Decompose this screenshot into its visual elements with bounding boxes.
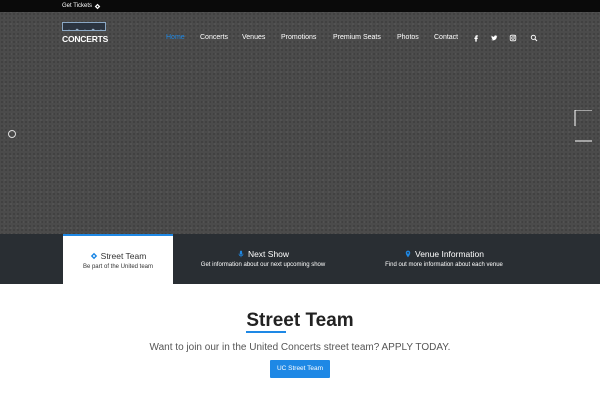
search-icon[interactable] xyxy=(530,34,538,42)
slider-dot[interactable] xyxy=(8,130,16,138)
features-bar: Street Team Be part of the United team N… xyxy=(0,234,600,284)
map-marker-icon xyxy=(405,250,411,258)
nav-premium-seats[interactable]: Premium Seats xyxy=(333,34,381,41)
get-tickets-link[interactable]: Get Tickets xyxy=(62,1,101,11)
feature-subtitle: Find out more information about each ven… xyxy=(385,262,503,268)
feature-title: Street Team xyxy=(100,251,147,261)
nav-photos[interactable]: Photos xyxy=(397,34,419,41)
nav-contact[interactable]: Contact xyxy=(434,34,458,41)
section-text: Want to join our in the United Concerts … xyxy=(149,342,451,353)
get-tickets-label: Get Tickets xyxy=(62,3,93,9)
twitter-icon[interactable] xyxy=(490,34,498,42)
feature-subtitle: Be part of the United team xyxy=(82,264,154,270)
nav-promotions[interactable]: Promotions xyxy=(281,34,316,41)
feature-next-show[interactable]: Next Show Get information about our next… xyxy=(173,234,353,284)
instagram-icon[interactable] xyxy=(509,34,517,42)
facebook-icon[interactable] xyxy=(472,34,480,42)
ticket-icon xyxy=(94,3,101,9)
street-team-button[interactable]: UC Street Team xyxy=(270,360,330,378)
feature-street-team[interactable]: Street Team Be part of the United team xyxy=(63,234,173,284)
microphone-icon xyxy=(238,250,244,258)
slider-next-arrow[interactable] xyxy=(574,109,592,142)
feature-subtitle: Get information about our next upcoming … xyxy=(200,262,326,268)
title-underline xyxy=(246,331,286,333)
feature-title: Next Show xyxy=(247,249,290,259)
nav-venues[interactable]: Venues xyxy=(242,34,265,41)
ticket-icon xyxy=(90,252,97,260)
feature-venue-information[interactable]: Venue Information Find out more informat… xyxy=(353,234,535,284)
top-bar: Get Tickets xyxy=(0,0,600,12)
logo[interactable]: CONCERTS xyxy=(62,20,108,48)
section-title: Street Team xyxy=(246,310,354,331)
nav-concerts[interactable]: Concerts xyxy=(200,34,228,41)
hero-banner: CONCERTS Home Concerts Venues Promotions… xyxy=(0,12,600,234)
logo-banner-graphic xyxy=(62,22,106,31)
logo-text: CONCERTS xyxy=(62,34,109,44)
feature-title: Venue Information xyxy=(415,249,484,259)
nav-home[interactable]: Home xyxy=(166,34,185,41)
